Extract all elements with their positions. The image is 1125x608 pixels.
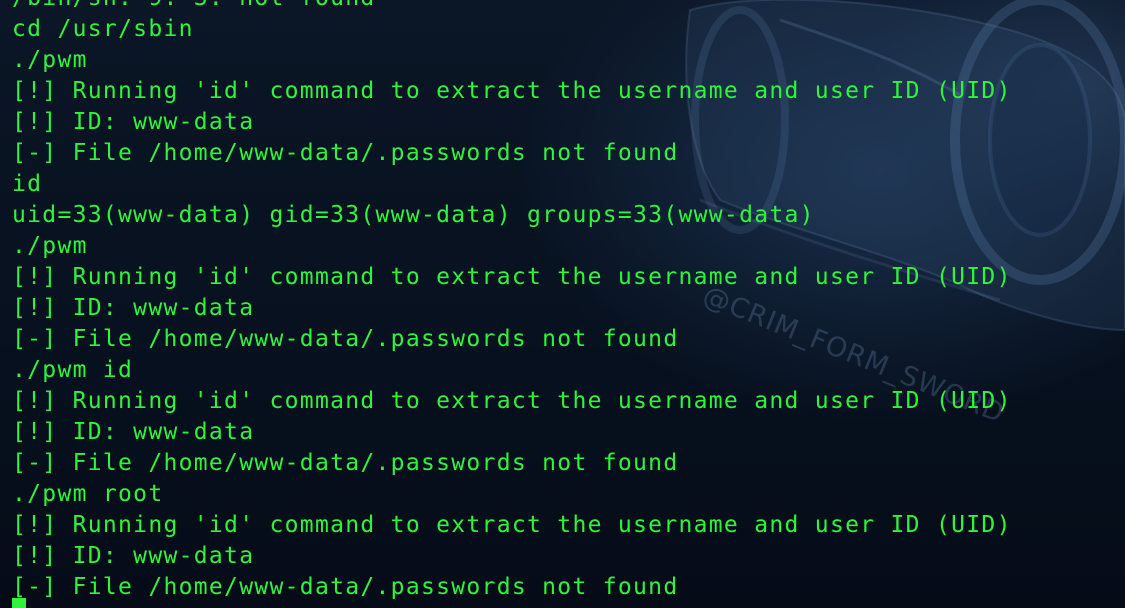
terminal-line: [-] File /home/www-data/.passwords not f… [12,450,679,476]
terminal-line: [!] ID: www-data [12,109,255,135]
terminal-line: ./pwm [12,233,88,259]
terminal-line: ./pwm [12,47,88,73]
terminal-line: /bin/sh: 9: 3: not found [12,0,1012,14]
terminal-cursor[interactable] [12,598,26,608]
terminal-line: [!] ID: www-data [12,419,255,445]
terminal-output[interactable]: /bin/sh: 9: 3: not found cd /usr/sbin ./pw… [12,0,1012,603]
terminal-line: ./pwm id [12,357,134,383]
terminal-line: ./pwm root [12,481,164,507]
terminal-line: [!] ID: www-data [12,295,255,321]
terminal-line: uid=33(www-data) gid=33(www-data) groups… [12,202,815,228]
terminal-line: [!] Running 'id' command to extract the … [12,388,1012,414]
terminal-line: [!] ID: www-data [12,543,255,569]
terminal-line: id [12,171,43,197]
terminal-line: [!] Running 'id' command to extract the … [12,264,1012,290]
terminal-line: [-] File /home/www-data/.passwords not f… [12,140,679,166]
terminal-line: [-] File /home/www-data/.passwords not f… [12,574,679,600]
terminal-line: [!] Running 'id' command to extract the … [12,78,1012,104]
terminal-line: [!] Running 'id' command to extract the … [12,512,1012,538]
terminal-line: cd /usr/sbin [12,16,194,42]
terminal-window[interactable]: @CRIM_FORM_SWORD /bin/sh: 9: 3: not foun… [0,0,1125,608]
terminal-line: [-] File /home/www-data/.passwords not f… [12,326,679,352]
